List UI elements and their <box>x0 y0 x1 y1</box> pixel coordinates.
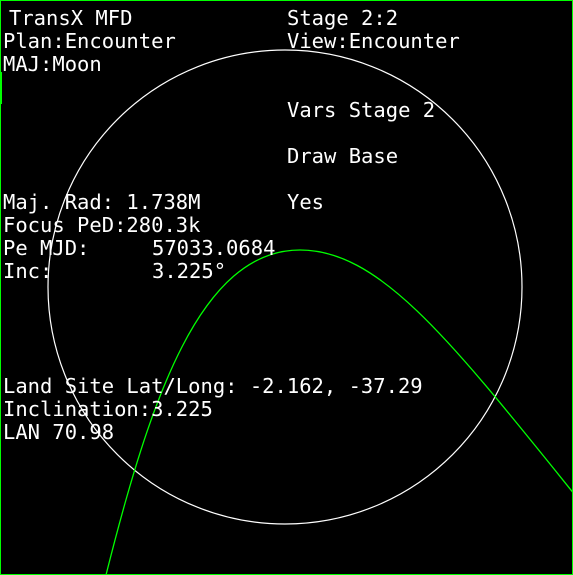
inclination-value: 3.225° <box>152 259 227 283</box>
major-radius: Maj. Rad: 1.738M <box>3 190 201 214</box>
transx-mfd-display: TransX MFD Stage 2:2 Plan:Encounter View… <box>0 0 573 575</box>
inclination-label: Inc: <box>3 259 53 283</box>
land-site-lat-long: Land Site Lat/Long: -2.162, -37.29 <box>3 374 423 398</box>
pe-mjd-value: 57033.0684 <box>152 236 276 260</box>
moon-outline-circle <box>47 49 523 525</box>
mfd-title: TransX MFD <box>9 6 133 30</box>
encounter-plot <box>47 49 573 575</box>
major-body: MAJ:Moon <box>3 52 102 76</box>
focus-periapsis-distance: Focus PeD:280.3k <box>3 213 201 237</box>
vars-stage-item[interactable]: Vars Stage 2 <box>287 99 435 122</box>
plan-mode: Plan:Encounter <box>3 29 176 53</box>
draw-base-label[interactable]: Draw Base <box>287 145 398 168</box>
stage-indicator: Stage 2:2 <box>287 6 399 30</box>
edge-marker <box>0 72 2 104</box>
longitude-ascending-node: LAN 70.98 <box>3 420 115 444</box>
view-mode: View:Encounter <box>287 29 460 53</box>
draw-base-value: Yes <box>287 190 325 214</box>
pe-mjd-label: Pe MJD: <box>3 236 90 260</box>
landing-inclination: Inclination:3.225 <box>3 397 213 421</box>
